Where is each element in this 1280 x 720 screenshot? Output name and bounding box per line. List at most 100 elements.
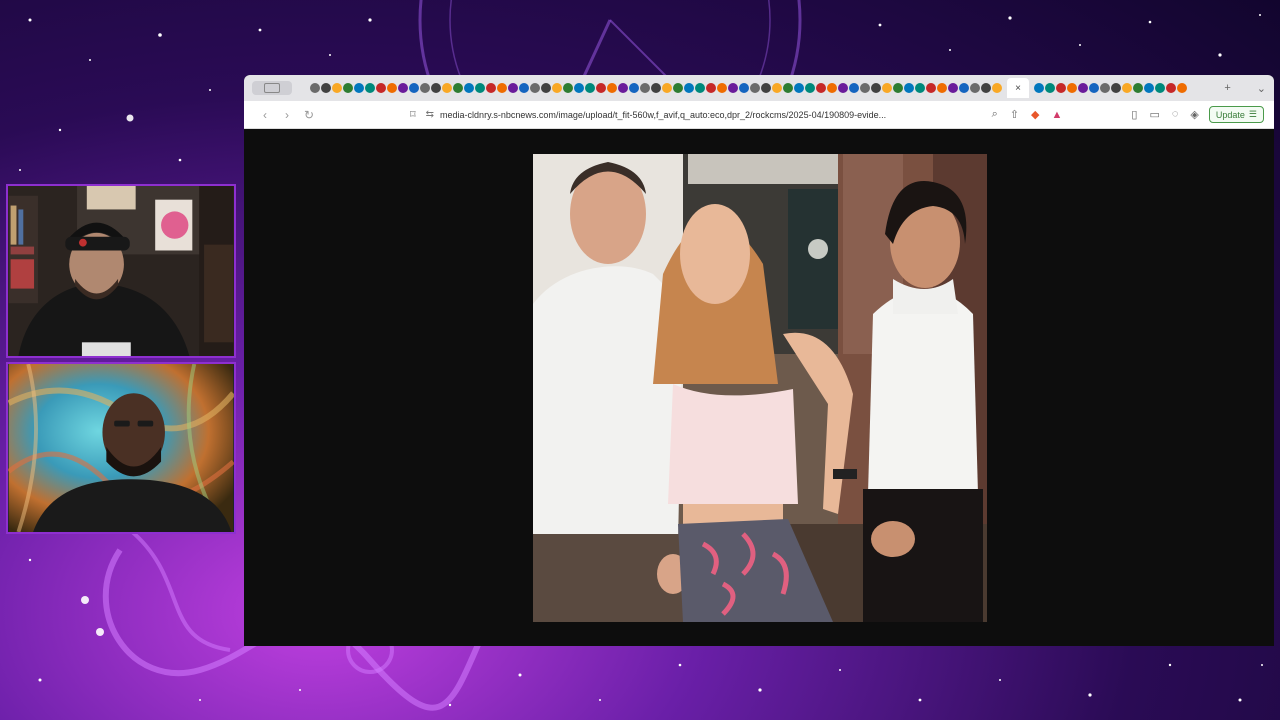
tab-favicon[interactable] xyxy=(442,83,452,93)
tab-favicon[interactable] xyxy=(475,83,485,93)
tab-favicon[interactable] xyxy=(662,83,672,93)
tab-favicon[interactable] xyxy=(1100,83,1110,93)
tab-favicon[interactable] xyxy=(530,83,540,93)
tab-favicon[interactable] xyxy=(882,83,892,93)
tab-menu-button[interactable]: ⌄ xyxy=(1257,82,1266,95)
tab-favicon[interactable] xyxy=(706,83,716,93)
update-button[interactable]: Update ☰ xyxy=(1208,106,1264,123)
webcam-feed-2 xyxy=(8,364,234,532)
address-bar[interactable]: ⇆ media-cldnry.s-nbcnews.com/image/uploa… xyxy=(426,105,986,125)
tab-favicon[interactable] xyxy=(893,83,903,93)
tab-favicon[interactable] xyxy=(1111,83,1121,93)
tab-layout-icon[interactable]: ▭ xyxy=(1149,108,1159,121)
tab-favicon[interactable] xyxy=(354,83,364,93)
vpn-icon[interactable]: ◌ xyxy=(1172,108,1179,121)
tab-favicon[interactable] xyxy=(332,83,342,93)
new-tab-button[interactable]: + xyxy=(1224,82,1230,95)
tab-favicon[interactable] xyxy=(596,83,606,93)
reload-icon[interactable]: ↻ xyxy=(298,108,320,122)
tab-favicon[interactable] xyxy=(321,83,331,93)
share-icon[interactable]: ⇧ xyxy=(1010,108,1019,121)
tab-favicon[interactable] xyxy=(343,83,353,93)
tab-favicon[interactable] xyxy=(772,83,782,93)
tab-favicon[interactable] xyxy=(464,83,474,93)
tab-favicon[interactable] xyxy=(915,83,925,93)
tab-favicon[interactable] xyxy=(926,83,936,93)
tab-favicon[interactable] xyxy=(904,83,914,93)
tab-favicon[interactable] xyxy=(992,83,1002,93)
tab-favicon[interactable] xyxy=(651,83,661,93)
menu-icon: ☰ xyxy=(1248,109,1257,119)
tab-favicon[interactable] xyxy=(684,83,694,93)
tab-favicon[interactable] xyxy=(838,83,848,93)
tab-favicon[interactable] xyxy=(816,83,826,93)
tab-favicon[interactable] xyxy=(981,83,991,93)
tab-favicon[interactable] xyxy=(1133,83,1143,93)
tab-favicon[interactable] xyxy=(871,83,881,93)
tab-favicon[interactable] xyxy=(541,83,551,93)
tab-favicon[interactable] xyxy=(420,83,430,93)
brave-shields-icon[interactable]: ◆ xyxy=(1031,108,1039,121)
tab-favicon[interactable] xyxy=(673,83,683,93)
webcam-host-1 xyxy=(6,184,236,358)
tab-favicon[interactable] xyxy=(387,83,397,93)
tab-favicon[interactable] xyxy=(1089,83,1099,93)
tab-favicon[interactable] xyxy=(508,83,518,93)
tab-favicon[interactable] xyxy=(849,83,859,93)
tab-favicon[interactable] xyxy=(398,83,408,93)
tab-favicon[interactable] xyxy=(750,83,760,93)
tab-favicon[interactable] xyxy=(805,83,815,93)
tab-favicon[interactable] xyxy=(860,83,870,93)
sidebar-toggle-button[interactable] xyxy=(252,81,292,95)
tab-favicon[interactable] xyxy=(519,83,529,93)
tab-favicon[interactable] xyxy=(1067,83,1077,93)
back-icon[interactable]: ‹ xyxy=(254,108,276,122)
tab-favicon[interactable] xyxy=(618,83,628,93)
tab-favicon[interactable] xyxy=(497,83,507,93)
active-tab[interactable]: × xyxy=(1007,78,1029,98)
tab-bar: × + ⌄ xyxy=(244,75,1274,101)
tab-favicon[interactable] xyxy=(574,83,584,93)
tab-favicon[interactable] xyxy=(1056,83,1066,93)
tab-favicon[interactable] xyxy=(1034,83,1044,93)
tab-favicon[interactable] xyxy=(1045,83,1055,93)
zoom-icon[interactable]: ⌕ xyxy=(992,108,998,121)
tab-favicon[interactable] xyxy=(695,83,705,93)
wallet-icon[interactable]: ◈ xyxy=(1190,108,1198,121)
tab-favicon[interactable] xyxy=(1155,83,1165,93)
sidebar-panel-icon[interactable]: ▯ xyxy=(1131,108,1137,121)
tab-favicon[interactable] xyxy=(937,83,947,93)
tab-favicon[interactable] xyxy=(739,83,749,93)
tab-favicon[interactable] xyxy=(376,83,386,93)
tab-favicon[interactable] xyxy=(1144,83,1154,93)
tab-favicon[interactable] xyxy=(640,83,650,93)
brave-rewards-icon[interactable]: ▲ xyxy=(1052,109,1063,121)
tab-favicon[interactable] xyxy=(365,83,375,93)
bookmark-icon[interactable]: ⌑ xyxy=(410,108,416,121)
tab-favicon[interactable] xyxy=(607,83,617,93)
tab-favicon[interactable] xyxy=(728,83,738,93)
tab-favicon[interactable] xyxy=(761,83,771,93)
tab-favicon[interactable] xyxy=(827,83,837,93)
tab-favicon[interactable] xyxy=(1166,83,1176,93)
tab-favicon[interactable] xyxy=(409,83,419,93)
tab-favicon[interactable] xyxy=(563,83,573,93)
tab-favicon[interactable] xyxy=(948,83,958,93)
tab-favicon[interactable] xyxy=(310,83,320,93)
tab-favicon[interactable] xyxy=(1122,83,1132,93)
tab-favicon[interactable] xyxy=(629,83,639,93)
tab-favicon[interactable] xyxy=(486,83,496,93)
tab-favicon[interactable] xyxy=(1078,83,1088,93)
tab-favicon[interactable] xyxy=(1177,83,1187,93)
forward-icon[interactable]: › xyxy=(276,108,298,122)
tab-favicon[interactable] xyxy=(794,83,804,93)
tab-favicon[interactable] xyxy=(959,83,969,93)
tab-favicon[interactable] xyxy=(717,83,727,93)
tab-favicon[interactable] xyxy=(431,83,441,93)
tab-favicon[interactable] xyxy=(453,83,463,93)
tab-favicon[interactable] xyxy=(552,83,562,93)
tab-favicon[interactable] xyxy=(970,83,980,93)
site-settings-icon[interactable]: ⇆ xyxy=(426,109,434,120)
tab-favicon[interactable] xyxy=(585,83,595,93)
tab-favicon[interactable] xyxy=(783,83,793,93)
